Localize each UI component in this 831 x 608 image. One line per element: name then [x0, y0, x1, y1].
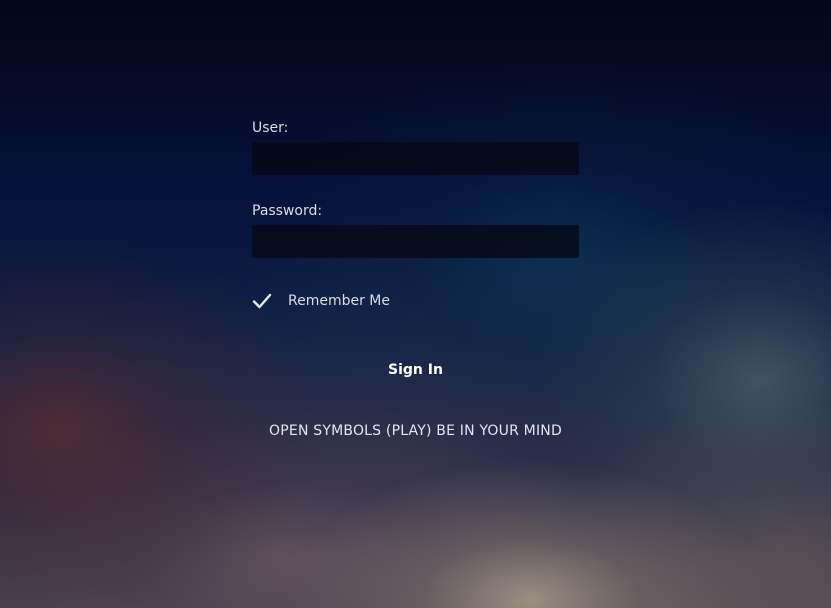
- blurred-background: [0, 0, 831, 608]
- password-input[interactable]: [252, 225, 579, 258]
- remember-me-checkbox[interactable]: Remember Me: [252, 289, 390, 313]
- sign-in-button[interactable]: Sign In: [252, 356, 579, 384]
- check-icon: [252, 289, 278, 313]
- user-field-group: User:: [252, 118, 579, 175]
- login-message: OPEN SYMBOLS (PLAY) BE IN YOUR MIND: [269, 423, 562, 439]
- user-label: User:: [252, 120, 289, 136]
- password-field-group: Password:: [252, 201, 579, 258]
- user-input[interactable]: [252, 142, 579, 175]
- password-label: Password:: [252, 203, 323, 219]
- remember-me-label: Remember Me: [288, 293, 390, 309]
